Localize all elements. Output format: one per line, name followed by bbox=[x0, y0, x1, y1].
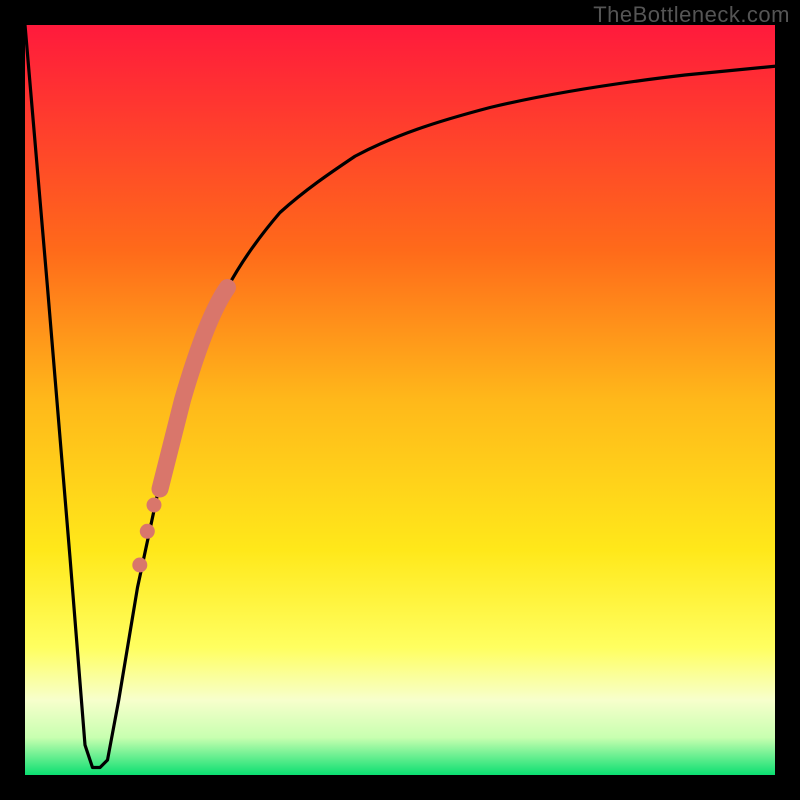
watermark-text: TheBottleneck.com bbox=[593, 2, 790, 28]
chart-stage: TheBottleneck.com bbox=[0, 0, 800, 800]
target-dot-1 bbox=[147, 498, 162, 513]
target-dot-2 bbox=[140, 524, 155, 539]
chart-svg bbox=[25, 25, 775, 775]
chart-plot-area bbox=[25, 25, 775, 775]
gradient-background bbox=[25, 25, 775, 775]
target-dot-3 bbox=[132, 558, 147, 573]
